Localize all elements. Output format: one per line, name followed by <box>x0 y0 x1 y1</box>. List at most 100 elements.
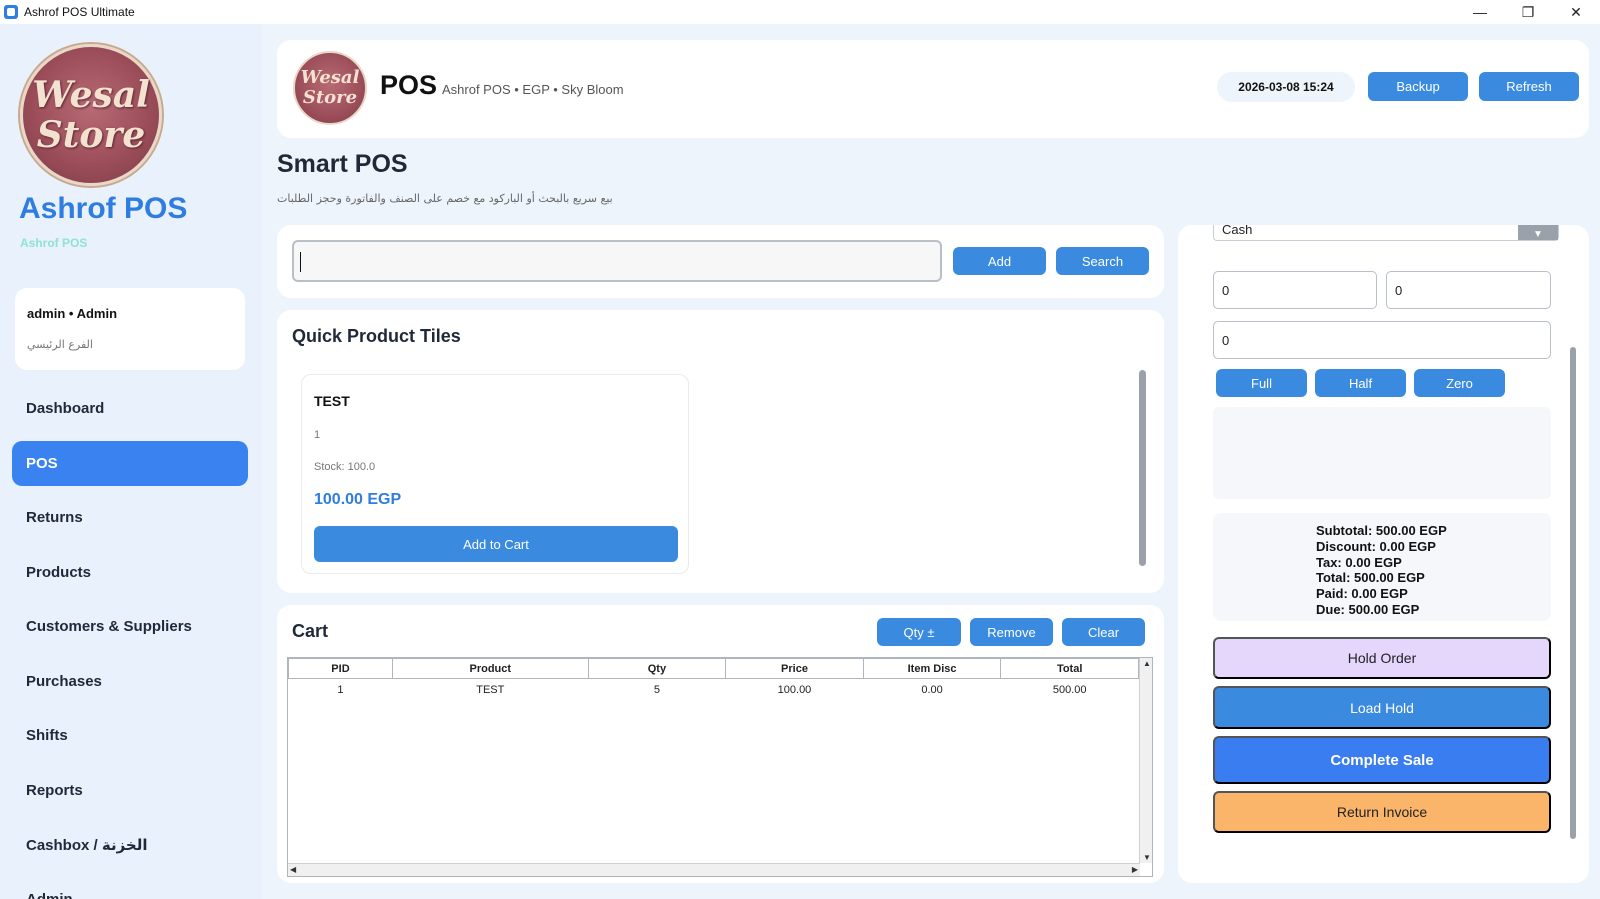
pay-zero-button[interactable]: Zero <box>1414 369 1505 397</box>
hold-order-button[interactable]: Hold Order <box>1213 637 1551 679</box>
tile-stock: Stock: 100.0 <box>314 461 376 473</box>
payment-method-value: Cash <box>1222 225 1253 237</box>
pay-full-button[interactable]: Full <box>1216 369 1307 397</box>
user-branch: الفرع الرئيسي <box>27 338 93 351</box>
column-header-qty[interactable]: Qty <box>587 658 727 679</box>
notes-area[interactable] <box>1213 407 1551 499</box>
header-datetime: 2026-03-08 15:24 <box>1217 72 1355 102</box>
page-subtitle: بيع سريع بالبحث أو الباركود مع خصم على ا… <box>277 192 613 205</box>
tile-product-name: TEST <box>314 393 350 409</box>
store-logo: Wesal Store <box>20 44 162 186</box>
cart-table: PID Product Qty Price Item Disc Total 1 … <box>287 657 1153 877</box>
tax-text: Tax: 0.00 EGP <box>1316 554 1402 570</box>
restore-icon[interactable]: ❐ <box>1504 0 1552 24</box>
minimize-icon[interactable]: — <box>1456 0 1504 24</box>
total-text: Total: 500.00 EGP <box>1316 570 1425 586</box>
qty-adjust-button[interactable]: Qty ± <box>877 618 961 646</box>
sidebar-item-returns[interactable]: Returns <box>12 495 248 540</box>
clear-button[interactable]: Clear <box>1062 618 1145 646</box>
app-icon <box>4 5 18 19</box>
barcode-search-input[interactable] <box>292 240 942 282</box>
table-header-row: PID Product Qty Price Item Disc Total <box>288 658 1139 679</box>
cart-card: Cart Qty ± Remove Clear PID Product Qty … <box>277 605 1164 883</box>
scroll-down-icon[interactable]: ▼ <box>1143 853 1151 862</box>
user-name: admin • Admin <box>27 306 118 321</box>
window-titlebar: Ashrof POS Ultimate — ❐ ✕ <box>0 0 1600 24</box>
sidebar-nav: Dashboard POS Returns Products Customers… <box>12 386 248 899</box>
sidebar-item-reports[interactable]: Reports <box>12 768 248 813</box>
cell-product: TEST <box>476 683 505 696</box>
table-row[interactable]: 1 TEST 5 100.00 0.00 500.00 <box>289 679 1139 701</box>
sidebar-item-admin[interactable]: Admin <box>12 877 248 899</box>
text-caret <box>300 252 301 272</box>
paid-amount-input[interactable]: 0 <box>1213 321 1551 359</box>
pay-half-button[interactable]: Half <box>1315 369 1406 397</box>
page-title: Smart POS <box>277 150 408 178</box>
scroll-up-icon[interactable]: ▲ <box>1143 659 1151 668</box>
cell-price: 100.00 <box>777 683 812 696</box>
sidebar-item-pos[interactable]: POS <box>12 440 248 486</box>
panel-scrollbar[interactable] <box>1570 347 1576 839</box>
quick-tiles-card: Quick Product Tiles TEST 1 Stock: 100.0 … <box>277 310 1164 593</box>
table-vertical-scrollbar[interactable]: ▲ ▼ <box>1139 658 1152 863</box>
product-tile[interactable]: TEST 1 Stock: 100.0 100.00 EGP Add to Ca… <box>301 374 689 574</box>
chevron-down-icon[interactable]: ▼ <box>1518 225 1558 240</box>
header-logo: Wesal Store <box>293 51 367 125</box>
sidebar-item-products[interactable]: Products <box>12 550 248 595</box>
refresh-button[interactable]: Refresh <box>1479 72 1579 101</box>
tile-product-code: 1 <box>314 429 321 441</box>
scroll-left-icon[interactable]: ◀ <box>290 865 296 874</box>
sidebar-item-purchases[interactable]: Purchases <box>12 659 248 704</box>
tiles-scrollbar[interactable] <box>1139 370 1146 566</box>
tile-price: 100.00 EGP <box>314 491 402 508</box>
header-subtitle: Ashrof POS • EGP • Sky Bloom <box>442 82 624 97</box>
table-horizontal-scrollbar[interactable]: ◀ ▶ <box>288 863 1140 876</box>
cell-total: 500.00 <box>1052 683 1087 696</box>
column-header-pid[interactable]: PID <box>288 658 393 679</box>
add-button[interactable]: Add <box>953 247 1046 275</box>
discount-text: Discount: 0.00 EGP <box>1316 538 1436 554</box>
column-header-product[interactable]: Product <box>391 658 589 679</box>
cell-item-disc: 0.00 <box>921 683 943 696</box>
return-invoice-button[interactable]: Return Invoice <box>1213 791 1551 833</box>
load-hold-button[interactable]: Load Hold <box>1213 686 1551 729</box>
payment-method-select[interactable]: Cash ▼ <box>1213 225 1559 241</box>
sidebar: Wesal Store Ashrof POS Ashrof POS admin … <box>0 24 262 899</box>
header-logo-line1: Wesal <box>300 67 360 88</box>
backup-button[interactable]: Backup <box>1368 72 1468 101</box>
sidebar-item-shifts[interactable]: Shifts <box>12 713 248 758</box>
sidebar-item-dashboard[interactable]: Dashboard <box>12 386 248 431</box>
sidebar-item-customers-suppliers[interactable]: Customers & Suppliers <box>12 604 248 649</box>
logo-text-line2: Store <box>36 114 146 156</box>
close-icon[interactable]: ✕ <box>1552 0 1600 24</box>
logo-text-line1: Wesal <box>32 74 150 116</box>
cell-qty: 5 <box>653 683 660 696</box>
tiles-title: Quick Product Tiles <box>292 326 461 346</box>
brand-name: Ashrof POS <box>19 192 188 225</box>
window-controls: — ❐ ✕ <box>1456 0 1600 24</box>
paid-text: Paid: 0.00 EGP <box>1316 586 1408 602</box>
column-header-total[interactable]: Total <box>1000 658 1139 679</box>
complete-sale-button[interactable]: Complete Sale <box>1213 736 1551 784</box>
due-text: Due: 500.00 EGP <box>1316 601 1420 617</box>
search-card: Add Search <box>277 225 1164 298</box>
header-card: Wesal Store POS Ashrof POS • EGP • Sky B… <box>277 40 1589 138</box>
payment-input-2[interactable]: 0 <box>1386 271 1551 309</box>
sidebar-item-cashbox[interactable]: Cashbox / الخزنة <box>12 822 248 867</box>
add-to-cart-button[interactable]: Add to Cart <box>314 526 678 562</box>
subtotal-text: Subtotal: 500.00 EGP <box>1316 523 1447 538</box>
totals-summary: Subtotal: 500.00 EGP Discount: 0.00 EGP … <box>1213 513 1551 621</box>
cell-pid: 1 <box>337 683 344 696</box>
column-header-item-disc[interactable]: Item Disc <box>862 658 1002 679</box>
search-button[interactable]: Search <box>1056 247 1149 275</box>
cart-title: Cart <box>292 621 329 641</box>
scroll-right-icon[interactable]: ▶ <box>1132 865 1138 874</box>
payment-panel: Cash ▼ 0 0 0 Full Half Zero Subtotal: 50… <box>1178 225 1589 883</box>
column-header-price[interactable]: Price <box>725 658 864 679</box>
remove-button[interactable]: Remove <box>970 618 1053 646</box>
header-logo-line2: Store <box>302 87 358 108</box>
window-title: Ashrof POS Ultimate <box>24 5 135 19</box>
user-card: admin • Admin الفرع الرئيسي <box>15 288 245 370</box>
brand-subtitle: Ashrof POS <box>20 236 88 250</box>
payment-input-1[interactable]: 0 <box>1213 271 1377 309</box>
